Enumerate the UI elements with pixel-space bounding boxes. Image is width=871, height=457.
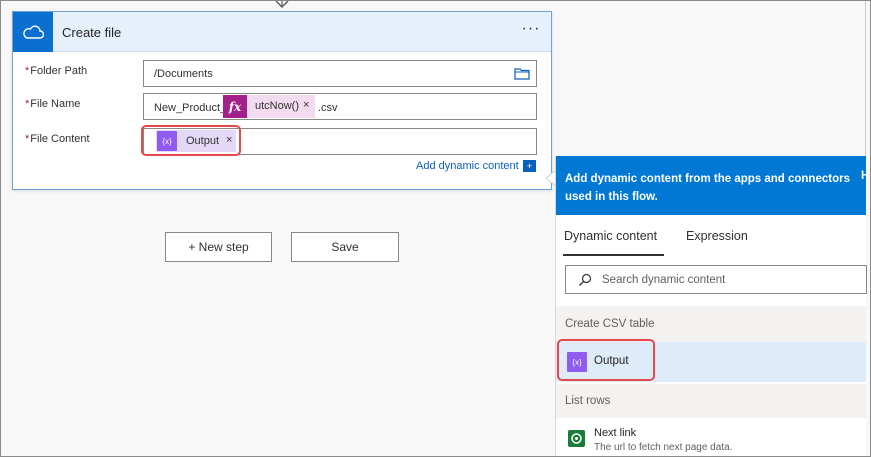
list-item-next-link-desc: The url to fetch next page data. <box>594 442 733 453</box>
add-dynamic-content-icon[interactable]: + <box>523 160 536 172</box>
tab-dynamic-content[interactable]: Dynamic content <box>564 229 657 243</box>
file-name-label: *File Name <box>25 98 81 110</box>
active-tab-underline <box>563 254 664 256</box>
search-placeholder: Search dynamic content <box>602 274 726 286</box>
utcnow-token-label: utcNow() <box>255 100 300 112</box>
folder-icon[interactable] <box>514 67 530 80</box>
more-options-icon[interactable]: ··· <box>519 20 543 44</box>
card-header[interactable]: Create file ··· <box>13 12 551 52</box>
dataverse-icon <box>568 430 585 447</box>
panel-header-cut-text: H <box>861 170 870 182</box>
onedrive-icon <box>13 12 53 52</box>
folder-path-label: *Folder Path <box>25 65 88 77</box>
add-dynamic-content-link[interactable]: Add dynamic content <box>416 160 519 172</box>
section-create-csv-table-label: Create CSV table <box>565 318 655 330</box>
save-button[interactable]: Save <box>291 232 399 262</box>
remove-token-icon[interactable]: × <box>303 99 309 111</box>
folder-path-value: /Documents <box>154 68 213 80</box>
tab-expression[interactable]: Expression <box>686 229 748 243</box>
panel-header: Add dynamic content from the apps and co… <box>556 156 870 215</box>
file-name-prefix: New_Product_ <box>154 102 227 114</box>
list-item-next-link[interactable]: Next link The url to fetch next page dat… <box>556 418 866 457</box>
section-list-rows-label: List rows <box>565 395 611 407</box>
list-item-next-link-title: Next link <box>594 427 637 439</box>
highlight-box <box>141 125 241 156</box>
file-content-label: *File Content <box>25 133 90 145</box>
connector-arrow-icon <box>275 0 289 9</box>
search-dynamic-content-input[interactable]: Search dynamic content <box>565 265 867 294</box>
panel-header-text: Add dynamic content from the apps and co… <box>565 173 850 203</box>
utcnow-token[interactable]: utcNow() × <box>247 95 315 118</box>
folder-path-field[interactable]: /Documents <box>143 60 537 87</box>
card-title: Create file <box>62 25 122 40</box>
section-list-rows: List rows <box>556 384 866 418</box>
file-name-suffix: .csv <box>318 102 338 114</box>
highlight-box <box>557 339 655 381</box>
new-step-button[interactable]: + New step <box>165 232 272 262</box>
dynamic-content-panel: Add dynamic content from the apps and co… <box>555 156 870 457</box>
search-icon <box>579 273 592 286</box>
section-create-csv-table: Create CSV table <box>556 306 866 342</box>
expression-fx-icon: fx <box>223 95 247 118</box>
file-name-field[interactable]: New_Product_ .csv <box>143 93 537 120</box>
